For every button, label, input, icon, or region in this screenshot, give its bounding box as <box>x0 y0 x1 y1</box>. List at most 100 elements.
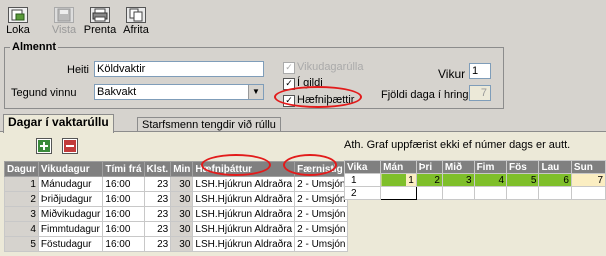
sched-col-2: Þri <box>415 160 443 174</box>
graph-note: Ath. Graf uppfærist ekki ef númer dags e… <box>344 139 571 151</box>
col-hours[interactable]: Klst. <box>143 161 172 177</box>
sched-col-5: Fös <box>506 160 540 174</box>
remove-row-button[interactable] <box>62 138 78 154</box>
sched-col-6: Lau <box>538 160 572 174</box>
sched-day-cell[interactable]: 3 <box>441 173 475 187</box>
sched-row: 11234567 <box>343 173 606 187</box>
cell-hours[interactable]: 23 <box>143 221 172 237</box>
sched-day-cell[interactable]: 4 <box>473 173 508 187</box>
general-legend: Almennt <box>10 41 58 53</box>
save-icon <box>54 7 74 23</box>
cell-skill-level[interactable]: 2 - Umsjón <box>294 221 349 237</box>
weekday-roll-checkbox[interactable]: ✓ <box>283 62 295 74</box>
table-row[interactable]: 3 Miðvikudagur 16:00 23 30 LSH.Hjúkrun Aldrað… <box>4 206 349 222</box>
cell-weekday[interactable]: Mánudagur <box>37 176 104 192</box>
sched-day-cell[interactable] <box>380 186 417 200</box>
cell-weekday[interactable]: Fimmtudagur <box>37 221 104 237</box>
sched-day-cell[interactable] <box>506 186 540 200</box>
cell-day: 4 <box>4 221 39 237</box>
skill-column-ring <box>283 154 337 176</box>
sched-col-7: Sun <box>570 160 606 174</box>
chevron-down-icon[interactable]: ▼ <box>248 85 263 99</box>
cell-skill-level[interactable]: 2 - Umsjón <box>294 236 349 252</box>
printer-icon <box>90 7 110 23</box>
sched-row: 2 <box>343 186 606 200</box>
cell-skill-level[interactable]: 2 - Umsjón <box>294 176 349 192</box>
cell-skill-level[interactable]: 2 - Umsjón <box>294 206 349 222</box>
cell-time-from[interactable]: 16:00 <box>102 191 145 207</box>
cell-min[interactable]: 30 <box>170 206 194 222</box>
print-button[interactable]: Prenta <box>83 6 117 38</box>
sched-day-cell[interactable] <box>441 186 475 200</box>
cell-competency[interactable]: LSH.Hjúkrun Aldraðra <box>192 206 296 222</box>
cell-day: 1 <box>4 176 39 192</box>
work-type-select[interactable]: Bakvakt ▼ <box>94 84 264 100</box>
cell-competency[interactable]: LSH.Hjúkrun Aldraðra <box>192 221 296 237</box>
sched-day-cell[interactable] <box>570 186 606 200</box>
cell-weekday[interactable]: Þriðjudagur <box>37 191 104 207</box>
table-row[interactable]: 2 Þriðjudagur 16:00 23 30 LSH.Hjúkrun Aldraðr… <box>4 191 349 207</box>
close-button[interactable]: Loka <box>4 6 32 38</box>
cell-hours[interactable]: 23 <box>143 176 172 192</box>
cell-time-from[interactable]: 16:00 <box>102 206 145 222</box>
cell-day: 5 <box>4 236 39 252</box>
save-button[interactable]: Vista <box>49 6 79 38</box>
cell-hours[interactable]: 23 <box>143 191 172 207</box>
cell-weekday[interactable]: Föstudagur <box>37 236 104 252</box>
cell-min[interactable]: 30 <box>170 236 194 252</box>
weekday-roll-label: Vikudagarúlla <box>297 61 364 73</box>
sched-col-0: Vika <box>343 160 382 174</box>
weeks-label: Vikur <box>438 67 466 81</box>
col-weekday[interactable]: Vikudagur <box>37 161 104 177</box>
competency-column-ring <box>201 154 271 176</box>
close-doc-icon <box>8 7 28 23</box>
sched-col-3: Mið <box>441 160 475 174</box>
cell-competency[interactable]: LSH.Hjúkrun Aldraðra <box>192 236 296 252</box>
cell-weekday[interactable]: Miðvikudagur <box>37 206 104 222</box>
cell-time-from[interactable]: 16:00 <box>102 176 145 192</box>
name-label: Heiti <box>67 64 90 76</box>
sched-day-cell[interactable] <box>538 186 572 200</box>
table-row[interactable]: 4 Fimmtudagur 16:00 23 30 LSH.Hjúkrun Aldraðr… <box>4 221 349 237</box>
cell-min[interactable]: 30 <box>170 176 194 192</box>
week-schedule-grid: Vika Mán Þri Mið Fim Fös Lau Sun 112345672 <box>343 160 606 200</box>
sched-col-4: Fim <box>473 160 508 174</box>
cell-time-from[interactable]: 16:00 <box>102 236 145 252</box>
sched-day-cell[interactable] <box>473 186 508 200</box>
name-field[interactable]: Köldvaktir <box>94 61 264 77</box>
sched-col-1: Mán <box>380 160 417 174</box>
table-row[interactable]: 5 Föstudagur 16:00 23 30 LSH.Hjúkrun Aldraðra… <box>4 236 349 252</box>
cell-hours[interactable]: 23 <box>143 206 172 222</box>
cell-competency[interactable]: LSH.Hjúkrun Aldraðra <box>192 191 296 207</box>
cell-day: 3 <box>4 206 39 222</box>
sched-week-cell: 2 <box>343 186 382 200</box>
days-in-cycle-label: Fjöldi daga í hring <box>381 89 469 101</box>
competency-highlight-ring <box>274 86 362 108</box>
minus-icon <box>64 140 76 152</box>
weeks-field[interactable]: 1 <box>469 63 491 79</box>
cell-min[interactable]: 30 <box>170 221 194 237</box>
tab-employees[interactable]: Starfsmenn tengdir við rúllu <box>137 117 281 132</box>
sched-day-cell[interactable] <box>415 186 443 200</box>
col-day[interactable]: Dagur <box>4 161 39 177</box>
sched-day-cell[interactable]: 7 <box>570 173 606 187</box>
add-row-button[interactable] <box>36 138 52 154</box>
cell-skill-level[interactable]: 2 - Umsjón <box>294 191 349 207</box>
copy-button[interactable]: Afrita <box>121 6 151 38</box>
tab-days[interactable]: Dagar í vaktarúllu <box>3 114 114 133</box>
sched-day-cell[interactable]: 6 <box>538 173 572 187</box>
sched-week-cell: 1 <box>343 173 382 187</box>
cell-min[interactable]: 30 <box>170 191 194 207</box>
cell-competency[interactable]: LSH.Hjúkrun Aldraðra <box>192 176 296 192</box>
col-min[interactable]: Min <box>170 161 194 177</box>
cell-time-from[interactable]: 16:00 <box>102 221 145 237</box>
plus-icon <box>38 140 50 152</box>
col-time-from[interactable]: Tími frá <box>102 161 145 177</box>
work-type-value: Bakvakt <box>97 86 137 98</box>
cell-hours[interactable]: 23 <box>143 236 172 252</box>
days-in-cycle-field: 7 <box>469 85 491 101</box>
table-row[interactable]: 1 Mánudagur 16:00 23 30 LSH.Hjúkrun Aldraðra 2… <box>4 176 349 192</box>
sched-day-cell[interactable]: 1 <box>380 173 417 187</box>
sched-day-cell[interactable]: 2 <box>415 173 443 187</box>
sched-day-cell[interactable]: 5 <box>506 173 540 187</box>
